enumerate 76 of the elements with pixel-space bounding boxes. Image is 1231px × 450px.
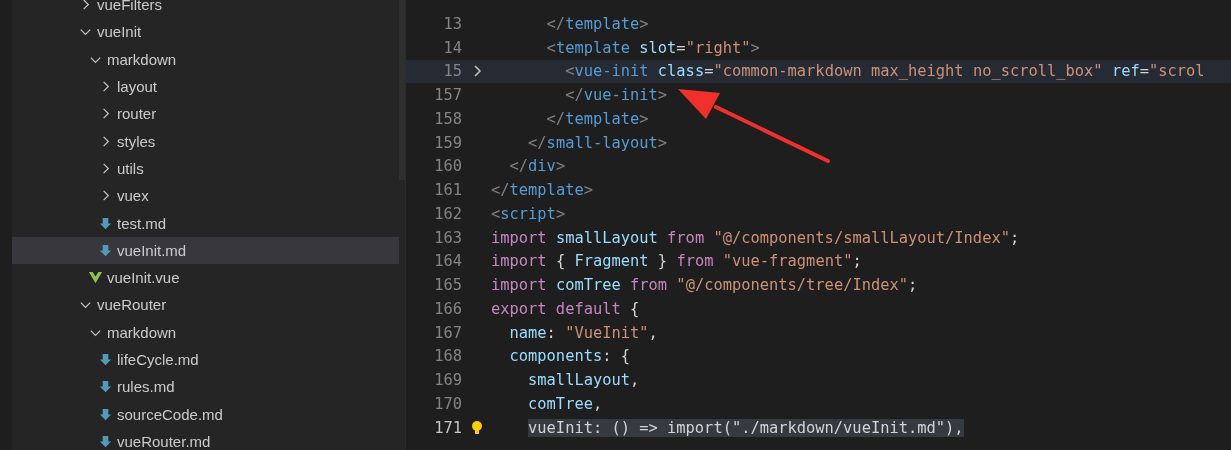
tree-item[interactable]: vuex [12,182,399,210]
tree-item-label: sourceCode.md [117,405,223,423]
line-number: 170 [433,394,462,413]
code-line: </template> [545,109,649,128]
tree-item[interactable]: lifeCycle.md [12,345,399,374]
code-line: import smallLayout from "@/components/smallLayout/Index"; [491,228,1020,247]
tree-item[interactable]: layout [12,72,399,101]
tree-item-label: lifeCycle.md [117,351,199,368]
tree-item[interactable]: styles [12,127,399,155]
line-number: 13 [442,14,462,33]
tree-item[interactable]: sourceCode.md [12,400,399,428]
tree-item-label: vueRouter.md [117,432,211,450]
line-number: 161 [433,181,462,200]
code-line: import comTree from "@/components/tree/Index"; [491,276,918,295]
line-number: 157 [433,86,462,105]
code-line: export default { [491,299,640,318]
tree-item-label: layout [117,78,158,96]
tree-item-label: markdown [107,323,177,341]
code-line: </small-layout> [527,133,668,152]
line-number: 159 [433,133,462,152]
line-number: 169 [433,371,462,390]
tree-item[interactable]: vueRouter [12,291,399,319]
tree-item-label: markdown [107,50,177,68]
tree-item-label: rules.md [117,378,175,396]
tree-item-label: test.md [117,214,167,232]
tree-item-label: styles [117,132,156,150]
code-line: import { Fragment } from "vue-fragment"; [491,252,862,271]
tree-item[interactable]: vueInit.vue [12,263,399,292]
down-arrow-icon [98,242,113,258]
code-line: <template slot="right"> [545,38,760,57]
tree-item[interactable]: vueInit.md [12,236,399,264]
down-arrow-icon [98,433,113,449]
tree-item-label: vuex [117,187,149,205]
down-arrow-icon [98,352,113,367]
line-number: 168 [433,347,462,366]
line-number: 171 [433,418,462,437]
line-number: 166 [433,299,462,318]
tree-item[interactable]: vueInit [12,18,399,46]
code-line: name: "VueInit", [508,323,658,342]
down-arrow-icon [98,406,113,422]
tree-item[interactable]: rules.md [12,373,399,401]
line-number: 165 [433,276,462,295]
tree-item-label: vueRouter [97,296,167,314]
tree-item-label: vueInit.md [117,241,187,259]
code-line: <vue-init class="common-markdown max_height no_scroll_box" ref="scrol [564,62,1205,81]
down-arrow-icon [98,379,113,395]
tree-item[interactable]: markdown [12,318,399,346]
tree-item-label: router [117,105,157,123]
tree-item-label: vueFilters [97,0,163,14]
line-number: 164 [433,252,462,271]
code-line: </template> [491,181,593,200]
down-arrow-icon [98,215,113,231]
code-line: smallLayout, [527,371,640,390]
code-line: </div> [508,157,566,176]
v-logo-icon [88,270,103,286]
code-line: components: { [508,347,630,366]
tree-item[interactable]: markdown [12,45,399,73]
tree-item[interactable]: utils [12,154,399,183]
tree-item[interactable]: vueRouter.md [12,427,399,450]
tree-item[interactable]: test.md [12,209,399,237]
tree-item-label: utils [117,159,144,177]
tree-item[interactable]: router [12,100,399,128]
line-number: 160 [433,157,462,176]
code-line: </template> [545,14,649,33]
line-number: 163 [433,228,462,247]
tree-item-label: vueInit.vue [107,269,180,287]
line-number: 14 [442,38,462,57]
line-number: 15 [442,62,462,81]
line-number: 167 [433,323,462,342]
line-number: 162 [433,204,462,223]
code-line: <script> [491,204,566,223]
code-line: comTree, [527,394,603,413]
tree-item[interactable]: vueFilters [12,0,399,19]
code-line: </vue-init> [564,86,668,105]
line-number: 158 [433,109,462,128]
tree-item-label: vueInit [97,23,142,41]
